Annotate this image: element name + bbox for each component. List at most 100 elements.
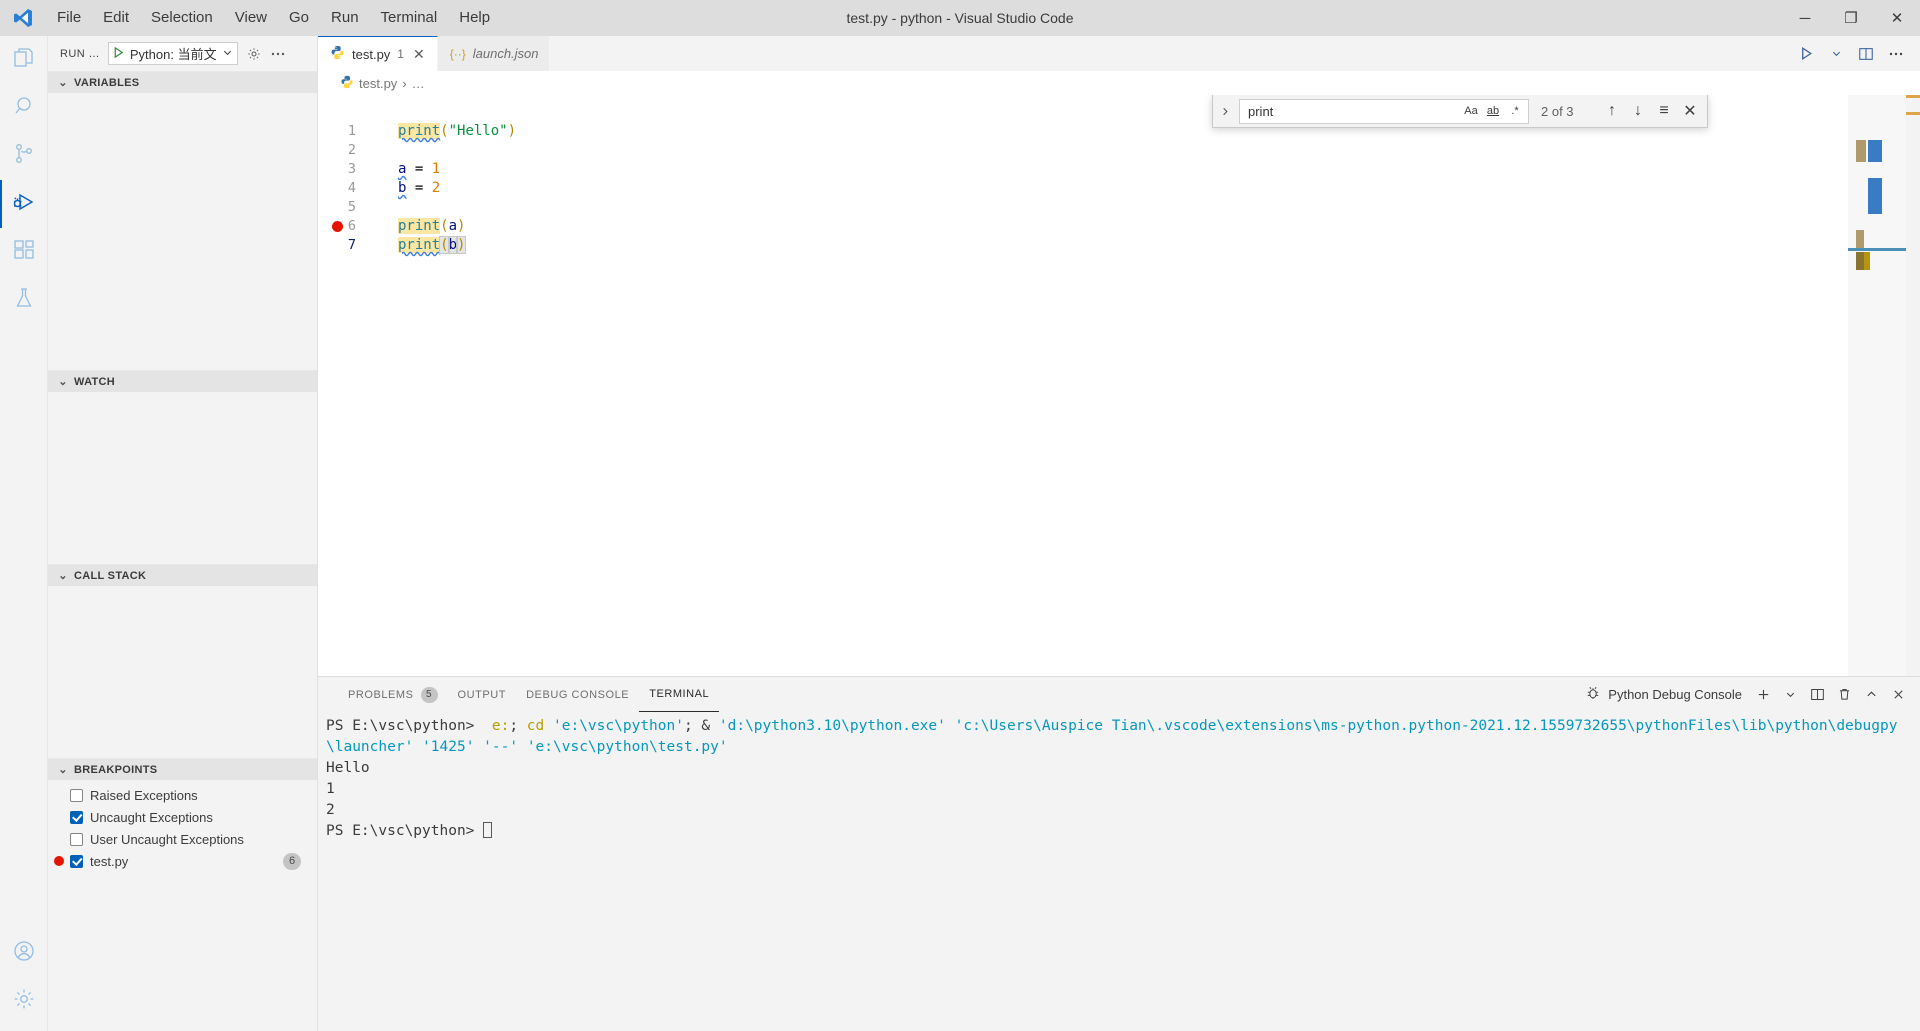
toggle-replace-button[interactable]	[1215, 106, 1235, 117]
overview-mark-find	[1906, 112, 1920, 115]
sidebar-more-actions-button[interactable]	[270, 46, 286, 62]
active-terminal-selector[interactable]: Python Debug Console	[1585, 685, 1742, 704]
breadcrumb-file[interactable]: test.py	[359, 76, 397, 91]
chevron-down-icon[interactable]	[222, 46, 233, 61]
next-match-button[interactable]: ↓	[1627, 100, 1649, 122]
find-input[interactable]: print Aa ab .*	[1239, 98, 1529, 124]
overview-ruler[interactable]	[1906, 95, 1920, 676]
menu-go[interactable]: Go	[278, 4, 320, 32]
sidebar-item-explorer[interactable]	[0, 36, 48, 84]
split-editor-button[interactable]	[1852, 39, 1880, 69]
menu-terminal[interactable]: Terminal	[370, 4, 449, 32]
minimap-block	[1856, 252, 1864, 270]
manage-settings-button[interactable]	[0, 977, 48, 1025]
find-widget[interactable]: print Aa ab .* 2 of 3 ↑ ↓ ≡ ✕	[1212, 95, 1708, 128]
bottom-panel: PROBLEMS 5 OUTPUT DEBUG CONSOLE TERMINAL	[318, 676, 1920, 1031]
sidebar-title: RUN …	[60, 47, 100, 60]
sidebar-item-testing[interactable]	[0, 276, 48, 324]
code-line[interactable]: 6 print(a)	[318, 217, 1848, 236]
menu-file[interactable]: File	[46, 4, 92, 32]
breakpoint-checkbox[interactable]	[70, 854, 83, 868]
menu-edit[interactable]: Edit	[92, 4, 140, 32]
breakpoint-checkbox[interactable]	[70, 810, 83, 824]
breadcrumb[interactable]: test.py › …	[318, 71, 1920, 95]
menu-bar[interactable]: File Edit Selection View Go Run Terminal…	[46, 4, 501, 32]
breakpoint-checkbox[interactable]	[70, 832, 83, 846]
find-in-selection-button[interactable]: ≡	[1653, 100, 1675, 122]
code-line[interactable]: 3a = 1	[318, 160, 1848, 179]
sidebar-item-run-and-debug[interactable]	[0, 180, 48, 228]
beaker-icon	[12, 286, 36, 315]
new-terminal-button[interactable]	[1751, 683, 1775, 707]
window-controls[interactable]: ─ ❐ ✕	[1782, 0, 1920, 36]
previous-match-button[interactable]: ↑	[1601, 100, 1623, 122]
code-line[interactable]: 7 print(b)	[318, 236, 1848, 255]
menu-help[interactable]: Help	[448, 4, 501, 32]
code-line[interactable]: 5	[318, 198, 1848, 217]
files-icon	[12, 46, 36, 75]
breakpoint-row[interactable]: User Uncaught Exceptions	[48, 828, 317, 850]
close-tab-button[interactable]: ✕	[411, 46, 427, 63]
sidebar-item-source-control[interactable]	[0, 132, 48, 180]
menu-view[interactable]: View	[224, 4, 278, 32]
tab-launch-json[interactable]: {··} launch.json	[437, 36, 550, 71]
code-line-text: print(a)	[360, 217, 465, 236]
sidebar-item-extensions[interactable]	[0, 228, 48, 276]
call-stack-pane-body	[48, 586, 317, 758]
minimap-slider[interactable]	[1848, 248, 1906, 251]
launch-configuration-select[interactable]: Python: 当前文	[107, 42, 238, 65]
close-window-button[interactable]: ✕	[1874, 0, 1920, 36]
tab-problems[interactable]: PROBLEMS 5	[338, 677, 448, 712]
editor-breakpoint-icon[interactable]	[332, 221, 343, 232]
maximize-button[interactable]: ❐	[1828, 0, 1874, 36]
pane-header-variables[interactable]: ⌄ VARIABLES	[48, 71, 317, 93]
match-whole-word-option[interactable]: ab	[1482, 101, 1504, 122]
accounts-button[interactable]	[0, 929, 48, 977]
python-icon	[340, 75, 354, 92]
more-actions-button[interactable]	[1882, 39, 1910, 69]
close-find-button[interactable]: ✕	[1679, 100, 1701, 122]
pane-header-call-stack[interactable]: ⌄ CALL STACK	[48, 564, 317, 586]
breadcrumb-rest[interactable]: …	[412, 76, 425, 91]
maximize-panel-button[interactable]	[1859, 683, 1883, 707]
terminal-dropdown-button[interactable]	[1778, 683, 1802, 707]
terminal-segment: PS E:\vsc\python>	[326, 823, 484, 839]
use-regex-option[interactable]: .*	[1504, 101, 1526, 122]
tab-test-py[interactable]: test.py 1 ✕	[318, 36, 438, 71]
menu-run[interactable]: Run	[320, 4, 370, 32]
menu-selection[interactable]: Selection	[140, 4, 224, 32]
breakpoint-checkbox[interactable]	[70, 788, 83, 802]
terminal-segment: '--'	[483, 739, 519, 755]
code-editor[interactable]: 1 print("Hello") 2 3 a = 14b = 2 5 6 print(a) 7 p…	[318, 95, 1920, 676]
minimap[interactable]	[1848, 95, 1906, 676]
tab-terminal[interactable]: TERMINAL	[639, 677, 720, 712]
code-line[interactable]: 4b = 2	[318, 179, 1848, 198]
chevron-down-icon: ⌄	[58, 376, 68, 388]
sidebar-item-search[interactable]	[0, 84, 48, 132]
pane-header-breakpoints[interactable]: ⌄ BREAKPOINTS	[48, 758, 317, 780]
pane-label-call-stack: CALL STACK	[74, 569, 147, 582]
terminal-output[interactable]: PS E:\vsc\python> e:; cd 'e:\vsc\python'…	[318, 712, 1920, 1031]
breakpoint-label: Uncaught Exceptions	[90, 809, 213, 825]
line-number: 3	[347, 161, 356, 177]
tab-debug-console[interactable]: DEBUG CONSOLE	[516, 677, 639, 712]
line-number: 4	[347, 180, 356, 196]
code-line[interactable]: 2	[318, 141, 1848, 160]
run-options-dropdown[interactable]	[1822, 39, 1850, 69]
split-terminal-button[interactable]	[1805, 683, 1829, 707]
code-token: (	[440, 123, 449, 139]
tab-output[interactable]: OUTPUT	[448, 677, 517, 712]
run-python-file-button[interactable]	[1792, 39, 1820, 69]
breakpoint-row[interactable]: Raised Exceptions	[48, 784, 317, 806]
breakpoint-row[interactable]: test.py 6	[48, 850, 317, 872]
pane-header-watch[interactable]: ⌄ WATCH	[48, 370, 317, 392]
open-launch-json-button[interactable]	[246, 46, 262, 62]
match-case-option[interactable]: Aa	[1460, 101, 1482, 122]
line-number: 2	[347, 142, 356, 158]
code-token: )	[457, 218, 466, 234]
breakpoint-row[interactable]: Uncaught Exceptions	[48, 806, 317, 828]
minimize-button[interactable]: ─	[1782, 0, 1828, 36]
code-content[interactable]: 1 print("Hello") 2 3 a = 14b = 2 5 6 print(a) 7 p…	[318, 95, 1848, 676]
close-panel-button[interactable]	[1886, 683, 1910, 707]
kill-terminal-button[interactable]	[1832, 683, 1856, 707]
